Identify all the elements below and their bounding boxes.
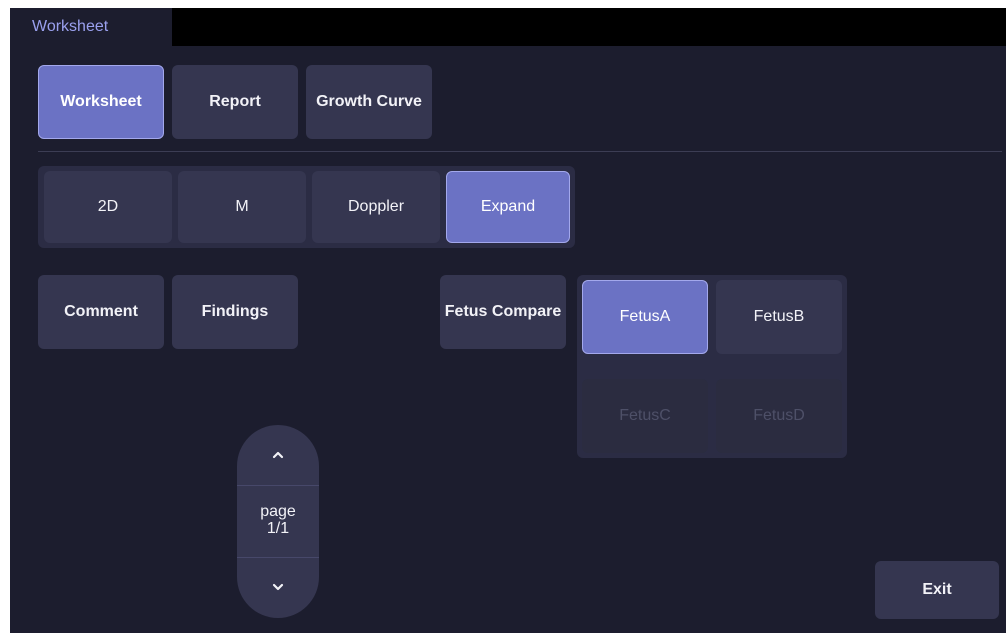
- fetus-a-button[interactable]: FetusA: [582, 280, 708, 354]
- mode-doppler-button[interactable]: Doppler: [312, 171, 440, 243]
- page-up-button[interactable]: [237, 425, 319, 485]
- chevron-down-icon: [272, 583, 284, 591]
- screen: Worksheet Worksheet Report Growth Curve …: [0, 0, 1006, 633]
- tab-bar: Worksheet: [10, 8, 1006, 46]
- fetus-b-button[interactable]: FetusB: [716, 280, 842, 354]
- growth-curve-button[interactable]: Growth Curve: [306, 65, 432, 139]
- chevron-up-icon: [272, 451, 284, 459]
- mode-m-button[interactable]: M: [178, 171, 306, 243]
- fetus-compare-button[interactable]: Fetus Compare: [440, 275, 566, 349]
- worksheet-button[interactable]: Worksheet: [38, 65, 164, 139]
- exit-button[interactable]: Exit: [875, 561, 999, 619]
- pager-separator: [237, 485, 319, 486]
- comment-button[interactable]: Comment: [38, 275, 164, 349]
- page-number: 1/1: [266, 520, 290, 537]
- findings-button[interactable]: Findings: [172, 275, 298, 349]
- tab-worksheet[interactable]: Worksheet: [10, 8, 172, 46]
- page-down-button[interactable]: [237, 557, 319, 617]
- mode-2d-button[interactable]: 2D: [44, 171, 172, 243]
- worksheet-panel: Worksheet Worksheet Report Growth Curve …: [10, 8, 1006, 633]
- report-button[interactable]: Report: [172, 65, 298, 139]
- fetus-c-button: FetusC: [582, 379, 708, 453]
- divider: [38, 151, 1002, 152]
- page-indicator: page 1/1: [237, 503, 319, 537]
- fetus-d-button: FetusD: [716, 379, 842, 453]
- mode-expand-button[interactable]: Expand: [446, 171, 570, 243]
- page-navigator: page 1/1: [237, 425, 319, 618]
- page-label: page: [260, 503, 296, 520]
